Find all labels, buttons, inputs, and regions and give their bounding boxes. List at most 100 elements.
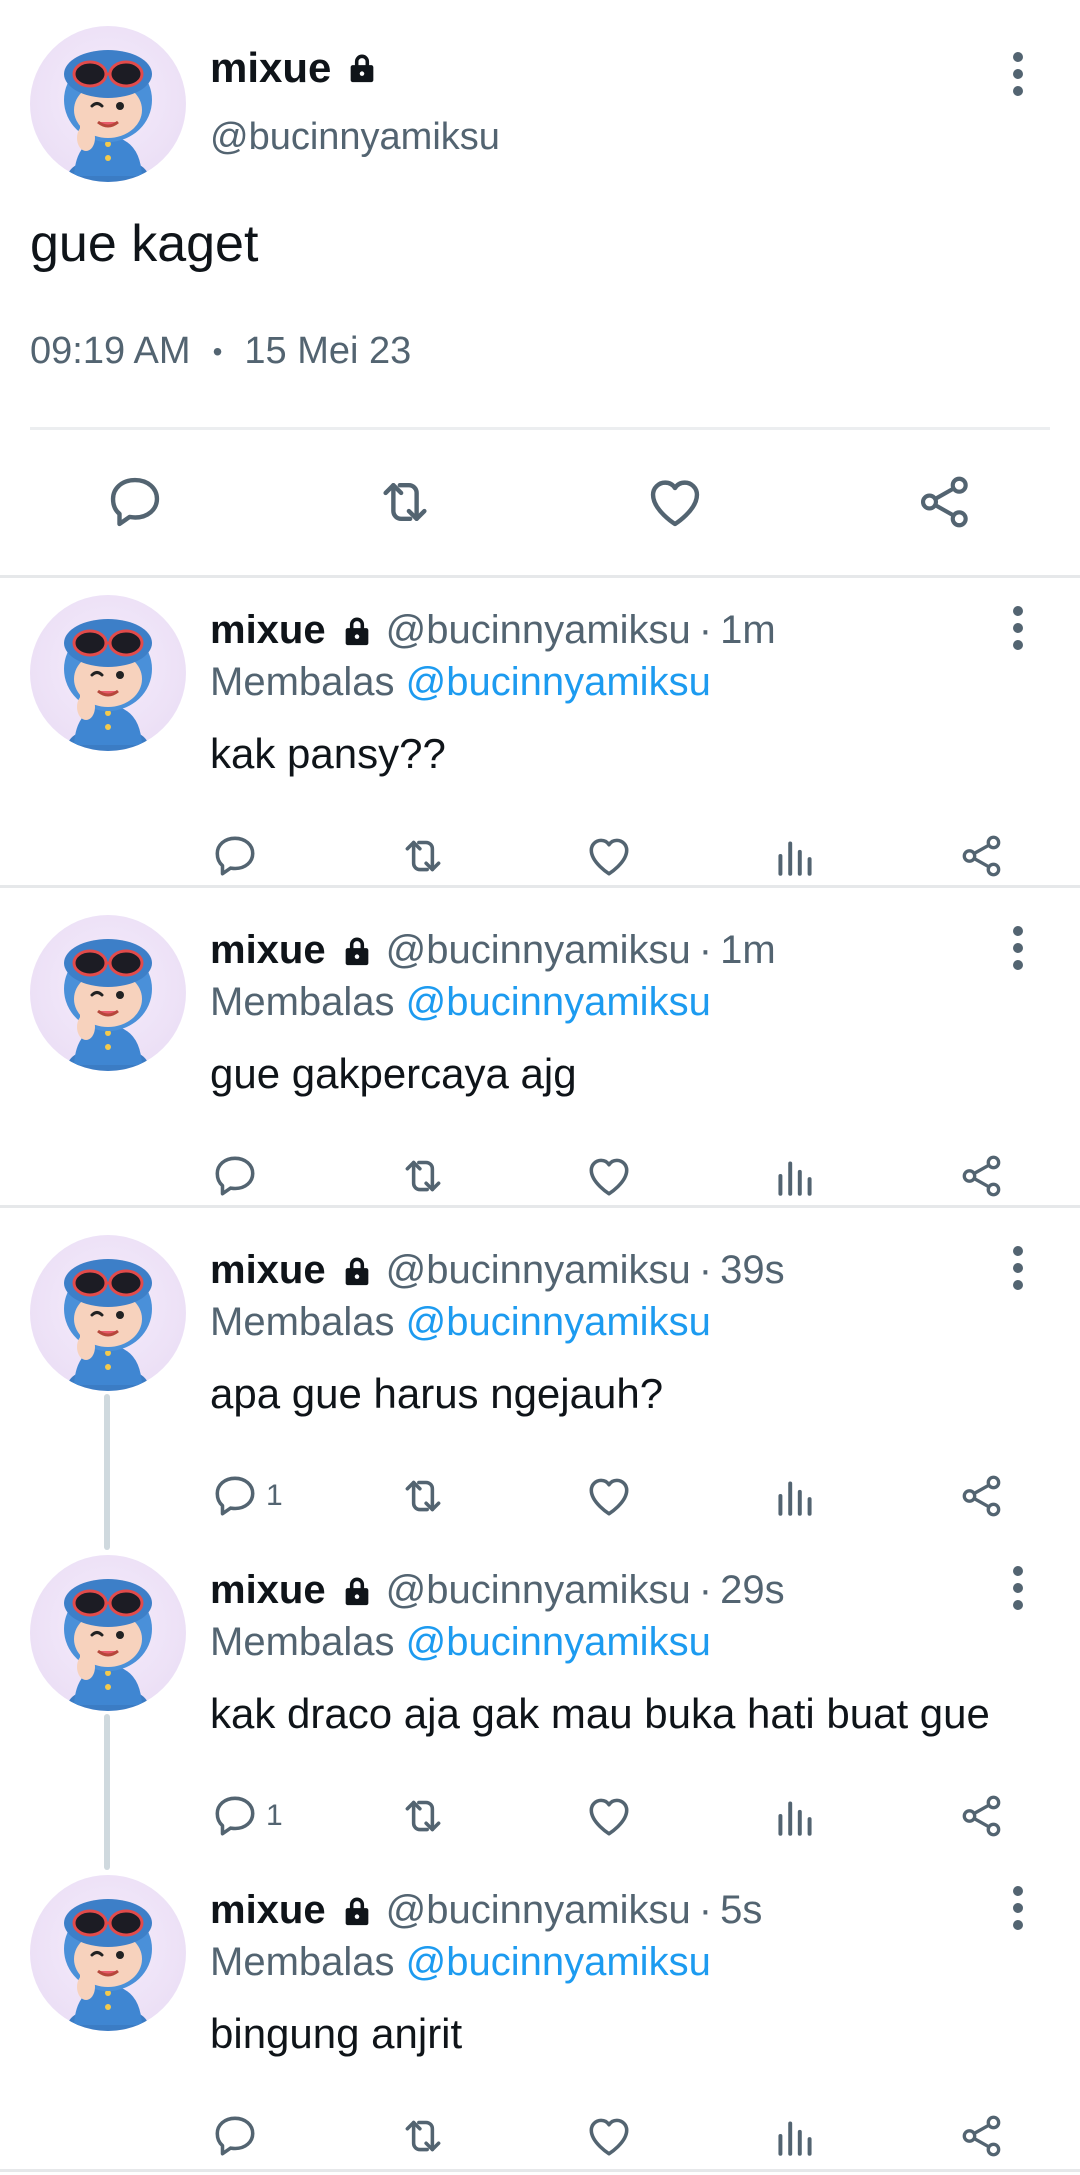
reply-button[interactable] xyxy=(210,1148,266,1204)
retweet-button[interactable] xyxy=(363,460,447,544)
author-name[interactable]: mixue xyxy=(210,1888,326,1933)
like-button[interactable] xyxy=(584,2108,634,2164)
retweet-button[interactable] xyxy=(398,2108,448,2164)
reply-time: 5s xyxy=(720,1888,763,1932)
avatar[interactable] xyxy=(30,1555,186,1711)
replying-label: Membalas xyxy=(210,1620,395,1664)
share-button[interactable] xyxy=(903,460,987,544)
more-vertical-icon[interactable] xyxy=(1003,598,1033,658)
tweet-time: 09:19 AM xyxy=(30,330,191,372)
reply-text: bingung anjrit xyxy=(210,2010,463,2057)
mention-link[interactable]: @bucinnyamiksu xyxy=(406,1620,711,1664)
author-name[interactable]: mixue xyxy=(210,44,331,92)
like-button[interactable] xyxy=(584,828,634,884)
avatar[interactable] xyxy=(30,1235,186,1391)
more-vertical-icon[interactable] xyxy=(1003,1238,1033,1298)
mention-link[interactable]: @bucinnyamiksu xyxy=(406,980,711,1024)
reply-button[interactable]: 1 xyxy=(210,1468,283,1524)
author-name[interactable]: mixue xyxy=(210,1568,326,1613)
author-handle[interactable]: @bucinnyamiksu xyxy=(210,116,500,159)
retweet-icon xyxy=(374,471,436,533)
author-name[interactable]: mixue xyxy=(210,1248,326,1293)
views-button[interactable] xyxy=(770,828,820,884)
share-button[interactable] xyxy=(957,1468,1007,1524)
separator: · xyxy=(698,1888,713,1932)
replying-to: Membalas @bucinnyamiksu xyxy=(210,1300,711,1345)
retweet-button[interactable] xyxy=(398,1788,448,1844)
heart-icon xyxy=(584,1791,634,1841)
main-action-bar xyxy=(0,460,1080,544)
avatar[interactable] xyxy=(30,1875,186,2031)
author-handle[interactable]: @bucinnyamiksu xyxy=(386,1248,691,1293)
separator: · xyxy=(698,1568,713,1612)
retweet-icon xyxy=(398,2111,448,2161)
views-button[interactable] xyxy=(770,1788,820,1844)
tweet-date[interactable]: 15 Mei 23 xyxy=(244,330,411,373)
author-handle[interactable]: @bucinnyamiksu xyxy=(386,1568,691,1613)
reply-button[interactable] xyxy=(210,2108,266,2164)
lock-icon xyxy=(345,51,379,85)
author-name[interactable]: mixue xyxy=(210,608,326,653)
share-button[interactable] xyxy=(957,2108,1007,2164)
reply-icon xyxy=(210,2111,260,2161)
mention-link[interactable]: @bucinnyamiksu xyxy=(406,1300,711,1344)
reply-text: apa gue harus ngejauh? xyxy=(210,1370,664,1417)
reply-tweet[interactable]: mixue @bucinnyamiksu · 1m Membalas @buci… xyxy=(0,578,1080,888)
reply-button[interactable] xyxy=(210,828,266,884)
lock-icon xyxy=(340,614,374,648)
separator: · xyxy=(698,928,713,972)
reply-tweet[interactable]: mixue @bucinnyamiksu · 5s Membalas @buci… xyxy=(0,1858,1080,2172)
more-vertical-icon[interactable] xyxy=(1003,44,1033,104)
avatar[interactable] xyxy=(30,595,186,751)
views-button[interactable] xyxy=(770,1148,820,1204)
retweet-icon xyxy=(398,1471,448,1521)
author-name[interactable]: mixue xyxy=(210,928,326,973)
replying-to: Membalas @bucinnyamiksu xyxy=(210,660,711,705)
author-handle[interactable]: @bucinnyamiksu xyxy=(386,1888,691,1933)
views-button[interactable] xyxy=(770,2108,820,2164)
like-button[interactable] xyxy=(584,1148,634,1204)
share-icon xyxy=(914,471,976,533)
share-button[interactable] xyxy=(957,828,1007,884)
reply-button[interactable] xyxy=(93,460,177,544)
more-vertical-icon[interactable] xyxy=(1003,918,1033,978)
views-button[interactable] xyxy=(770,1468,820,1524)
divider xyxy=(30,427,1050,430)
avatar[interactable] xyxy=(30,26,186,182)
reply-button[interactable]: 1 xyxy=(210,1788,283,1844)
replying-label: Membalas xyxy=(210,1940,395,1984)
main-author-name-row[interactable]: mixue xyxy=(210,44,379,92)
avatar[interactable] xyxy=(30,915,186,1071)
mention-link[interactable]: @bucinnyamiksu xyxy=(406,660,711,704)
reply-action-bar: 1 xyxy=(0,1468,1080,1524)
like-button[interactable] xyxy=(584,1468,634,1524)
share-icon xyxy=(957,2111,1007,2161)
reply-header: mixue @bucinnyamiksu · 1m xyxy=(210,608,776,653)
like-button[interactable] xyxy=(633,460,717,544)
reply-tweet[interactable]: mixue @bucinnyamiksu · 1m Membalas @buci… xyxy=(0,898,1080,1208)
author-handle[interactable]: @bucinnyamiksu xyxy=(386,608,691,653)
lock-icon xyxy=(340,1894,374,1928)
reply-tweet[interactable]: mixue @bucinnyamiksu · 29s Membalas @buc… xyxy=(0,1538,1080,1858)
reply-icon xyxy=(210,831,260,881)
reply-action-bar xyxy=(0,2108,1080,2164)
reply-tweet[interactable]: mixue @bucinnyamiksu · 39s Membalas @buc… xyxy=(0,1218,1080,1538)
like-button[interactable] xyxy=(584,1788,634,1844)
reply-header: mixue @bucinnyamiksu · 1m xyxy=(210,928,776,973)
more-vertical-icon[interactable] xyxy=(1003,1558,1033,1618)
retweet-button[interactable] xyxy=(398,1148,448,1204)
reply-count: 1 xyxy=(266,1799,283,1832)
reply-time: 29s xyxy=(720,1568,785,1612)
retweet-button[interactable] xyxy=(398,828,448,884)
retweet-icon xyxy=(398,831,448,881)
reply-count: 1 xyxy=(266,1479,283,1512)
share-button[interactable] xyxy=(957,1788,1007,1844)
replying-to: Membalas @bucinnyamiksu xyxy=(210,980,711,1025)
author-handle[interactable]: @bucinnyamiksu xyxy=(386,928,691,973)
share-icon xyxy=(957,1151,1007,1201)
mention-link[interactable]: @bucinnyamiksu xyxy=(406,1940,711,1984)
retweet-button[interactable] xyxy=(398,1468,448,1524)
more-vertical-icon[interactable] xyxy=(1003,1878,1033,1938)
share-button[interactable] xyxy=(957,1148,1007,1204)
reply-icon xyxy=(210,1471,260,1521)
